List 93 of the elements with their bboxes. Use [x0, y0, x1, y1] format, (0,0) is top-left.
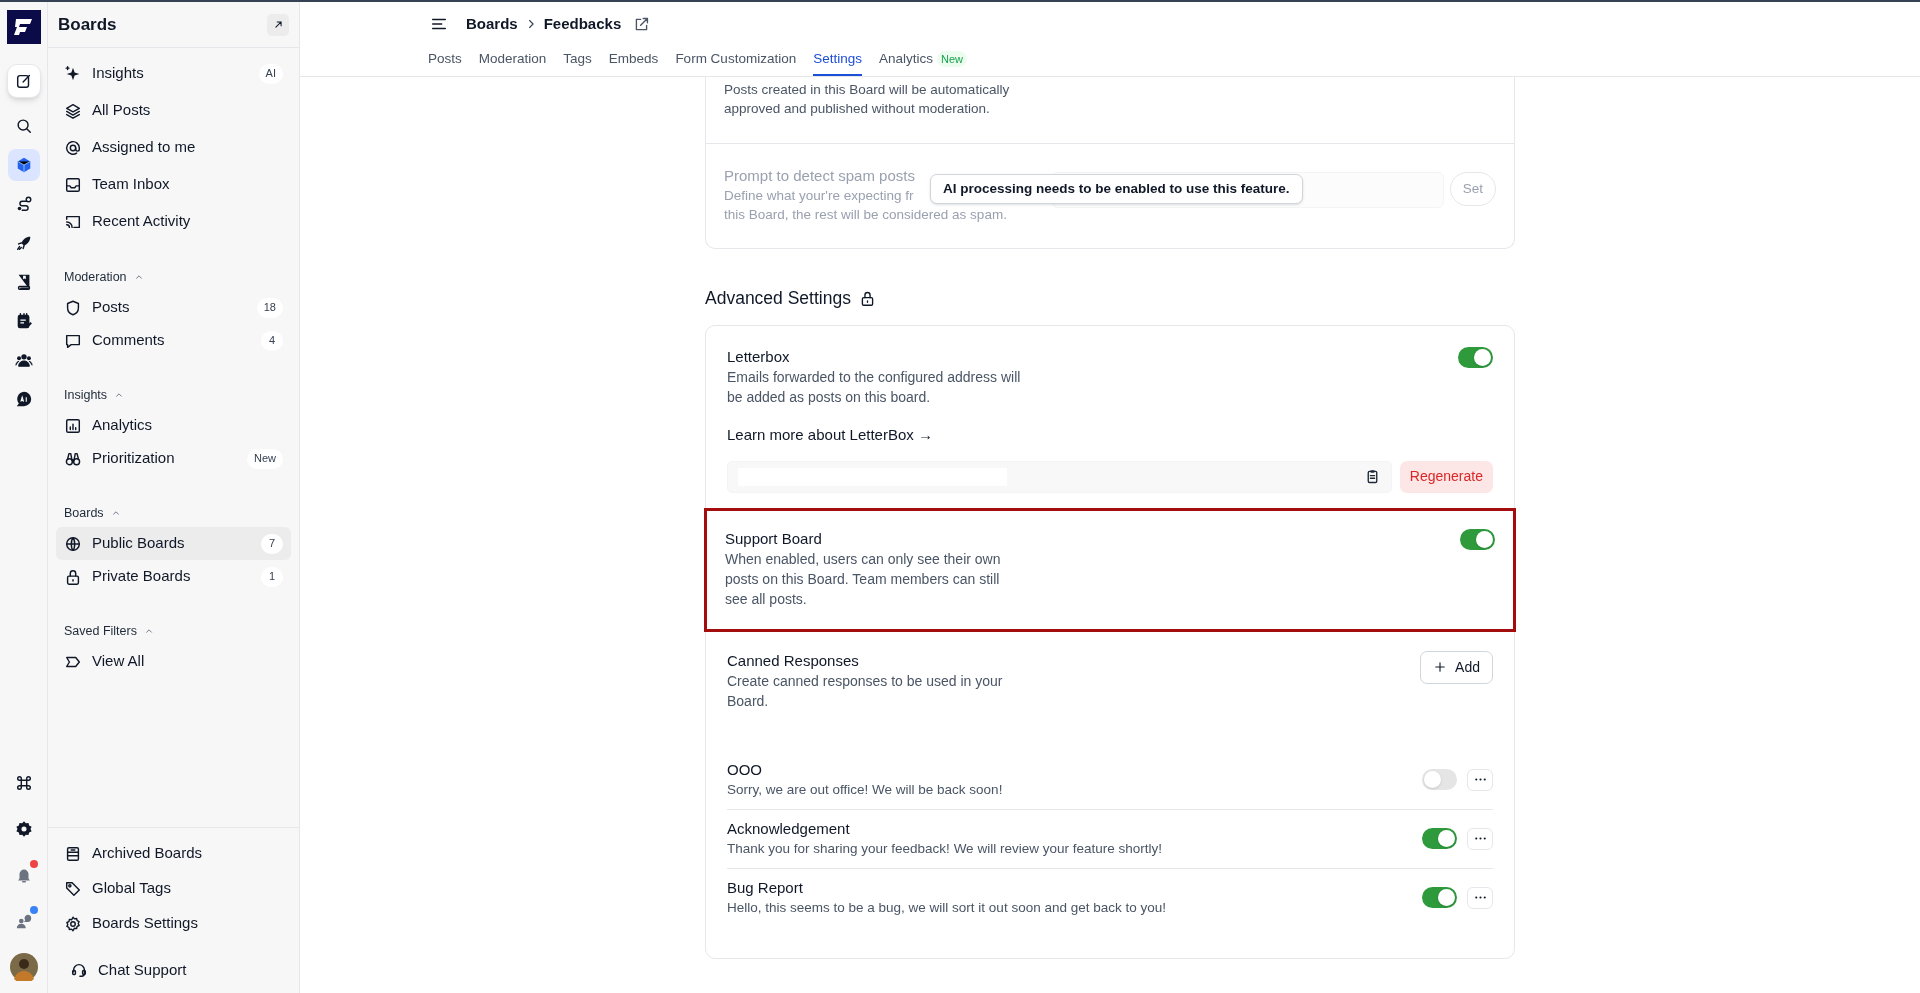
count-badge: 4 — [261, 330, 283, 351]
tab[interactable]: Tags — [563, 46, 592, 76]
response-text: Hello, this seems to be a bug, we will sort it out soon and get back to you! — [727, 898, 1166, 917]
more-icon — [1474, 837, 1486, 840]
response-title: Acknowledgement — [727, 818, 851, 839]
more-icon — [1474, 778, 1486, 781]
setting-title: Canned Responses — [727, 650, 860, 671]
archive-icon — [64, 844, 82, 863]
tab[interactable]: Analytics New — [878, 46, 967, 76]
add-button[interactable]: Add — [1420, 650, 1493, 684]
compose-button[interactable] — [6, 64, 41, 98]
sidebar-item[interactable]: Boards Settings — [56, 906, 291, 941]
section-title: Advanced Settings — [705, 286, 851, 310]
sidebar-item[interactable]: Public Boards 7 — [56, 527, 291, 560]
tab[interactable]: Embeds — [608, 46, 659, 76]
plus-icon — [1433, 660, 1448, 674]
toggle-switch[interactable] — [1422, 887, 1457, 908]
sidebar-item[interactable]: Archived Boards — [56, 836, 291, 871]
sidebar-item[interactable]: Comments 4 — [56, 324, 291, 357]
new-badge: New — [937, 50, 967, 68]
logo[interactable] — [6, 10, 41, 44]
tab[interactable]: Moderation — [478, 46, 547, 76]
count-badge: AI — [258, 63, 283, 84]
sidebar-item[interactable]: View All — [56, 645, 291, 678]
setting-title: Letterbox — [727, 347, 791, 367]
chat-support-link[interactable]: Chat Support — [62, 953, 285, 987]
expand-button[interactable] — [267, 13, 289, 36]
tab[interactable]: Form Customization — [675, 46, 797, 76]
learn-more-link[interactable]: Learn more about LetterBox → — [727, 424, 1493, 447]
open-external-button[interactable] — [633, 15, 651, 33]
at-sign-icon — [64, 138, 82, 157]
layers-icon — [64, 101, 82, 120]
section-header[interactable]: Saved Filters — [48, 621, 299, 641]
setting-title: Support Board — [725, 528, 823, 549]
globe-icon — [64, 534, 82, 553]
count-badge: 18 — [256, 297, 283, 318]
count-badge: New — [247, 448, 283, 469]
toggle-switch[interactable] — [1422, 769, 1457, 790]
compose-icon — [14, 72, 33, 90]
sidebar-item[interactable]: All Posts — [56, 93, 291, 128]
count-badge: 7 — [261, 533, 283, 554]
more-button[interactable] — [1467, 827, 1493, 850]
headset-icon — [70, 961, 88, 979]
setting-title: Prompt to detect spam posts — [724, 166, 915, 186]
settings-icon — [14, 819, 33, 838]
response-title: OOO — [727, 759, 763, 780]
more-icon — [1474, 896, 1486, 899]
tag-icon — [64, 879, 82, 898]
setting-description: Emails forwarded to the configured address will be added as posts on this board. — [727, 368, 1022, 407]
more-button[interactable] — [1467, 886, 1493, 909]
regenerate-button[interactable]: Regenerate — [1399, 460, 1493, 493]
sidebar-item[interactable]: Assigned to me — [56, 130, 291, 165]
ai-chat-icon — [14, 389, 33, 408]
more-button[interactable] — [1467, 768, 1493, 791]
toggle-switch[interactable] — [1460, 528, 1495, 550]
section-header[interactable]: Insights — [48, 385, 299, 405]
tab[interactable]: Posts — [428, 46, 462, 76]
sidebar-item[interactable]: Prioritization New — [56, 442, 291, 475]
response-title: Bug Report — [727, 877, 804, 898]
sidebar-item[interactable]: Recent Activity — [56, 204, 291, 239]
email-address-field[interactable] — [727, 460, 1392, 493]
section-header[interactable]: Moderation — [48, 267, 299, 287]
section-header[interactable]: Boards — [48, 503, 299, 523]
setting-description: When enabled, users can only see their own posts on this Board. Team members can still see all posts. — [725, 549, 1002, 609]
avatar[interactable] — [9, 953, 38, 981]
shield-icon — [64, 298, 82, 317]
toggle-switch[interactable] — [1458, 347, 1493, 368]
chart-icon — [64, 416, 82, 435]
sidebar-item[interactable]: Private Boards 1 — [56, 560, 291, 593]
sidebar-item[interactable]: Team Inbox — [56, 167, 291, 202]
tooltip: AI processing needs to be enabled to use this feature. — [930, 174, 1303, 204]
inbox-icon — [64, 175, 82, 194]
external-link-icon — [633, 15, 651, 33]
breadcrumb-link[interactable]: Feedbacks — [543, 12, 622, 36]
response-text: Sorry, we are out office! We will be back soon! — [727, 780, 1003, 799]
setting-description: Posts created in this Board will be automatically approved and published without moderation. — [724, 81, 1011, 118]
sidebar-item[interactable]: Global Tags — [56, 871, 291, 906]
toggle-switch[interactable] — [1422, 828, 1457, 849]
count-badge: 1 — [261, 566, 283, 587]
command-icon — [14, 773, 33, 792]
setting-description: Define what your're expecting fr — [724, 187, 914, 205]
response-text: Thank you for sharing your feedback! We will review your feature shortly! — [727, 839, 1162, 858]
lock-icon — [64, 567, 82, 586]
search-icon — [14, 116, 33, 135]
sidebar-title: Boards — [58, 13, 117, 36]
sidebar-item[interactable]: Analytics — [56, 409, 291, 442]
sidebar-item[interactable]: Insights AI — [56, 56, 291, 91]
setting-description: Create canned responses to be used in your Board. — [727, 671, 1004, 711]
breadcrumb-link[interactable]: Boards — [466, 12, 518, 36]
setting-description: this Board, the rest will be considered as spam. — [724, 206, 1007, 224]
tab[interactable]: Settings — [813, 46, 862, 76]
settings-icon — [64, 914, 82, 933]
sidebar-item[interactable]: Posts 18 — [56, 291, 291, 324]
